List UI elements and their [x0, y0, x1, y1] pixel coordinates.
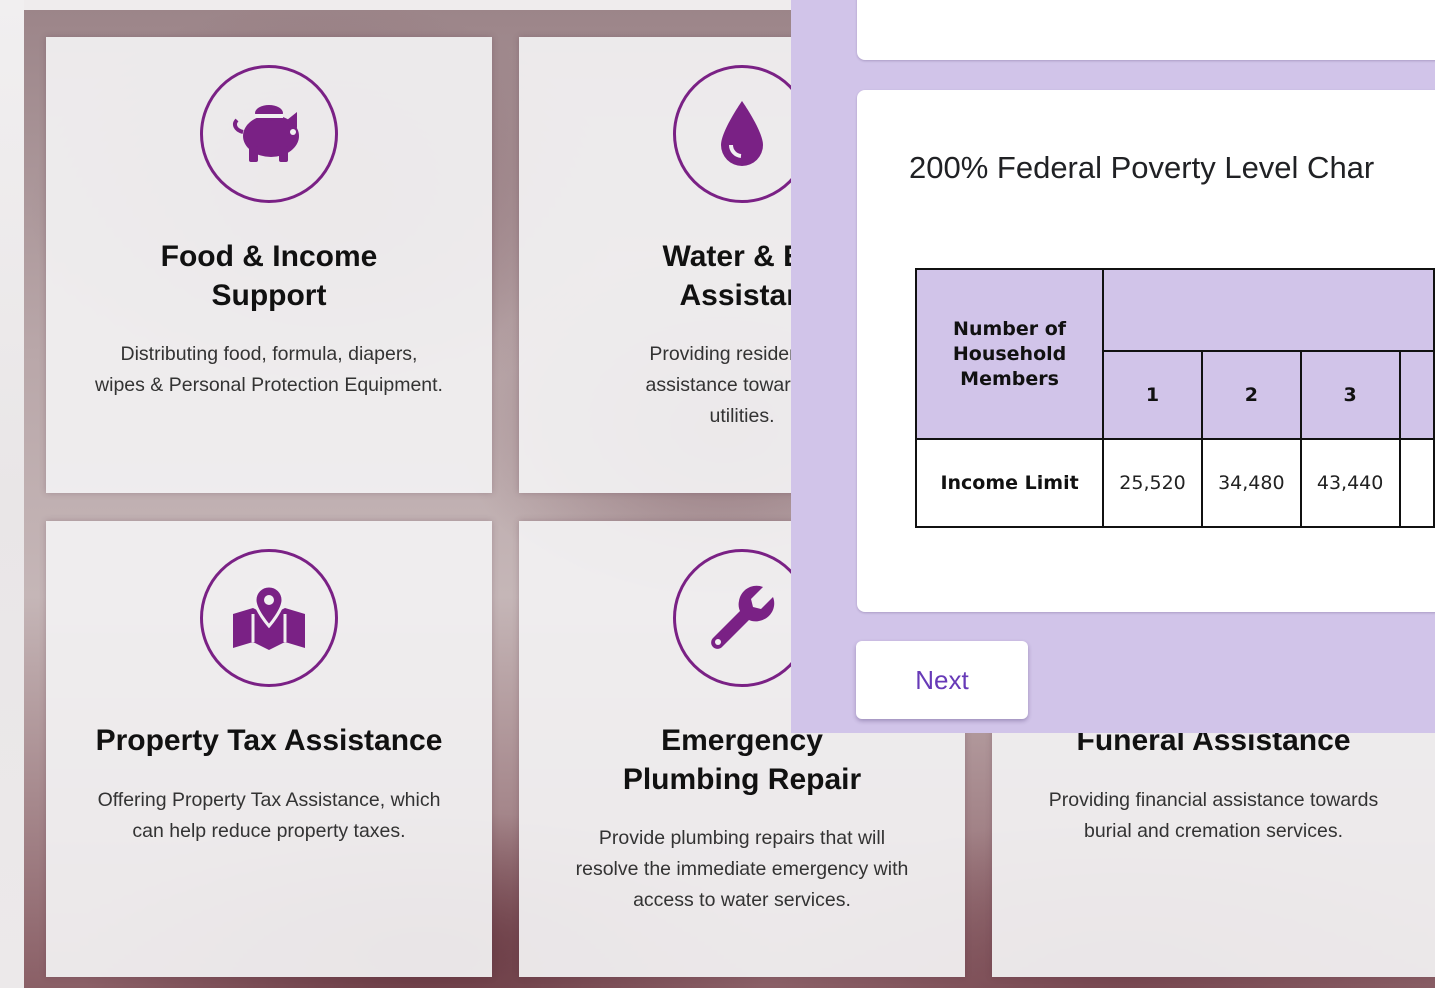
card-title: Property Tax Assistance	[95, 724, 443, 757]
card-description: Provide plumbing repairs that will resol…	[575, 827, 909, 911]
piggy-bank-icon-circle	[200, 65, 338, 203]
fpl-income-value-overflow	[1398, 438, 1435, 528]
card-title: Food & Income Support	[160, 240, 378, 312]
fpl-col-header: 2	[1200, 350, 1302, 440]
next-button[interactable]: Next	[856, 641, 1028, 719]
card-description: Offering Property Tax Assistance, which …	[97, 789, 441, 842]
fpl-col-header: 3	[1299, 350, 1401, 440]
fpl-income-value: 34,480	[1200, 438, 1302, 528]
wrench-icon	[711, 585, 775, 649]
card-description: Providing financial assistance towards b…	[1048, 789, 1379, 842]
map-pin-icon	[233, 584, 305, 650]
card-description: Distributing food, formula, diapers, wip…	[95, 343, 443, 396]
form-panel: 200% Federal Poverty Level Char Number o…	[791, 0, 1435, 733]
fpl-group-header	[1102, 268, 1435, 352]
service-card-property-tax[interactable]: Property Tax Assistance Offering Propert…	[46, 521, 492, 977]
fpl-col-header: 1	[1102, 350, 1203, 440]
piggy-bank-icon	[233, 105, 299, 162]
service-card-food-income[interactable]: Food & Income Support Distributing food,…	[46, 37, 492, 493]
form-question-card-top	[857, 0, 1435, 60]
map-pin-icon-circle	[200, 549, 338, 687]
fpl-table: Number of Household Members 1 2 3 Income…	[914, 268, 1435, 528]
fpl-chart-title: 200% Federal Poverty Level Char	[909, 150, 1375, 185]
fpl-income-value: 25,520	[1102, 438, 1203, 528]
page-left-margin	[0, 0, 24, 988]
water-drop-icon	[721, 101, 763, 166]
fpl-income-value: 43,440	[1299, 438, 1401, 528]
fpl-col-header-overflow	[1398, 350, 1435, 440]
fpl-row-header: Number of Household Members	[914, 268, 1105, 440]
fpl-income-label: Income Limit	[914, 438, 1105, 528]
